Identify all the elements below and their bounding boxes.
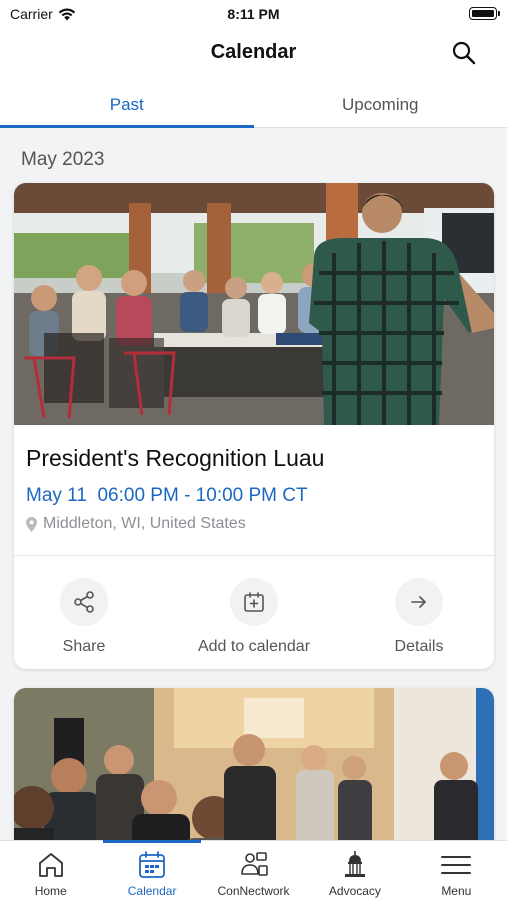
bottom-nav: Home Calendar ConNectwork Advocacy Menu [0, 840, 507, 900]
add-to-calendar-button[interactable]: Add to calendar [184, 578, 324, 656]
tab-upcoming[interactable]: Upcoming [254, 78, 507, 127]
arrow-right-icon [395, 578, 443, 626]
details-label: Details [394, 638, 444, 655]
event-datetime: May 11 06:00 PM - 10:00 PM CT [26, 485, 308, 507]
search-icon[interactable] [451, 40, 477, 66]
tab-bar: Past Upcoming [0, 78, 507, 128]
nav-calendar-label: Calendar [127, 884, 177, 898]
event-actions: Share Add to calendar Details [14, 578, 494, 658]
nav-connectwork-label: ConNectwork [217, 884, 290, 898]
tab-past[interactable]: Past [0, 78, 254, 128]
nav-advocacy-label: Advocacy [328, 884, 381, 898]
status-time: 8:11 PM [227, 6, 280, 22]
event-time: 06:00 PM - 10:00 PM CT [97, 485, 308, 506]
calendar-add-icon [230, 578, 278, 626]
share-label: Share [62, 638, 106, 655]
event-card[interactable]: President's Recognition Luau May 11 06:0… [14, 183, 494, 669]
share-icon [60, 578, 108, 626]
status-bar: Carrier 8:11 PM [0, 0, 507, 28]
nav-menu[interactable]: Menu [406, 841, 507, 900]
nav-home[interactable]: Home [0, 841, 101, 900]
event-card[interactable] [14, 688, 494, 858]
details-button[interactable]: Details [349, 578, 489, 656]
network-icon [240, 852, 268, 876]
menu-icon [441, 856, 472, 874]
event-location-text: Middleton, WI, United States [43, 515, 246, 532]
event-title[interactable]: President's Recognition Luau [26, 445, 324, 472]
location-pin-icon [26, 516, 37, 532]
nav-home-label: Home [34, 884, 67, 898]
nav-connectwork[interactable]: ConNectwork [203, 841, 304, 900]
page-title: Calendar [210, 41, 297, 63]
card-divider [14, 555, 494, 556]
nav-calendar[interactable]: Calendar [101, 840, 202, 900]
event-photo [14, 688, 494, 858]
event-date: May 11 [26, 485, 87, 506]
calendar-icon [139, 851, 166, 878]
month-heading: May 2023 [21, 149, 105, 170]
battery-icon [469, 7, 500, 20]
home-icon [38, 853, 63, 877]
event-location: Middleton, WI, United States [26, 515, 246, 533]
capitol-icon [344, 851, 365, 877]
event-photo [14, 183, 494, 425]
share-button[interactable]: Share [14, 578, 154, 656]
nav-menu-label: Menu [441, 884, 472, 898]
add-to-calendar-label: Add to calendar [197, 638, 311, 655]
app-header: Calendar [0, 28, 507, 78]
nav-advocacy[interactable]: Advocacy [304, 841, 405, 900]
